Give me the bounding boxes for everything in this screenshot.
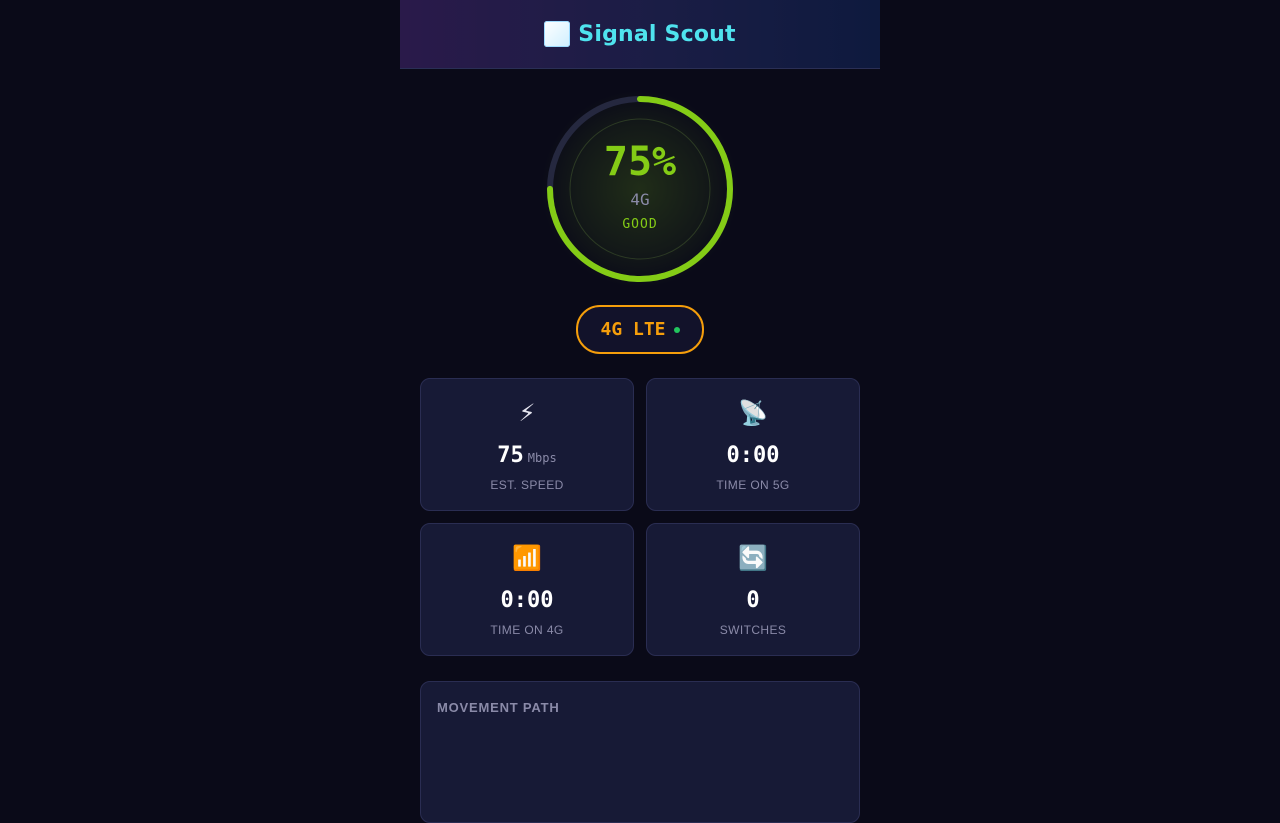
movement-path-title: MOVEMENT PATH: [437, 700, 560, 715]
satellite-dish-icon: 📡: [738, 399, 768, 427]
gauge-network-type: 4G: [630, 190, 650, 209]
signal-scout-app: Signal Scout 75% 4G GOOD 4G LTE ⚡ 75 Mbps…: [400, 0, 880, 823]
stat-label-time-5g: TIME ON 5G: [716, 478, 790, 492]
stat-value-switches: 0: [746, 588, 760, 613]
app-title: Signal Scout: [578, 22, 735, 47]
stat-unit-speed: Mbps: [527, 451, 557, 465]
stat-label-switches: SWITCHES: [719, 623, 787, 637]
gauge-readout: 75% 4G GOOD: [540, 89, 740, 289]
network-badge-label: 4G LTE: [600, 319, 666, 340]
stat-value-speed-number: 75: [497, 443, 524, 468]
signal-bars-icon: 📶: [512, 544, 542, 572]
stat-value-time-4g: 0:00: [500, 588, 554, 613]
network-type-badge: 4G LTE: [576, 305, 704, 354]
stat-label-time-4g: TIME ON 4G: [490, 623, 564, 637]
stat-card-speed: ⚡ 75 Mbps EST. SPEED: [420, 378, 634, 511]
stat-card-switches: 🔄 0 SWITCHES: [646, 523, 860, 656]
refresh-icon: 🔄: [738, 544, 768, 572]
movement-path-card: MOVEMENT PATH: [420, 681, 860, 823]
stat-card-time-5g: 📡 0:00 TIME ON 5G: [646, 378, 860, 511]
app-title-part1: Signal: [578, 21, 657, 47]
lightning-icon: ⚡: [518, 399, 536, 427]
stat-card-time-4g: 📶 0:00 TIME ON 4G: [420, 523, 634, 656]
signal-quality: GOOD: [622, 217, 658, 232]
signal-percent: 75%: [603, 139, 677, 185]
app-title-part2: Scout: [664, 21, 736, 47]
stat-label-speed: EST. SPEED: [490, 478, 564, 492]
app-header: Signal Scout: [400, 0, 880, 69]
signal-gauge: 75% 4G GOOD: [540, 89, 740, 289]
app-logo-icon: [544, 21, 571, 47]
stat-value-time-5g: 0:00: [726, 443, 780, 468]
stat-value-speed: 75 Mbps: [421, 443, 633, 468]
connection-status-dot: [673, 326, 680, 333]
